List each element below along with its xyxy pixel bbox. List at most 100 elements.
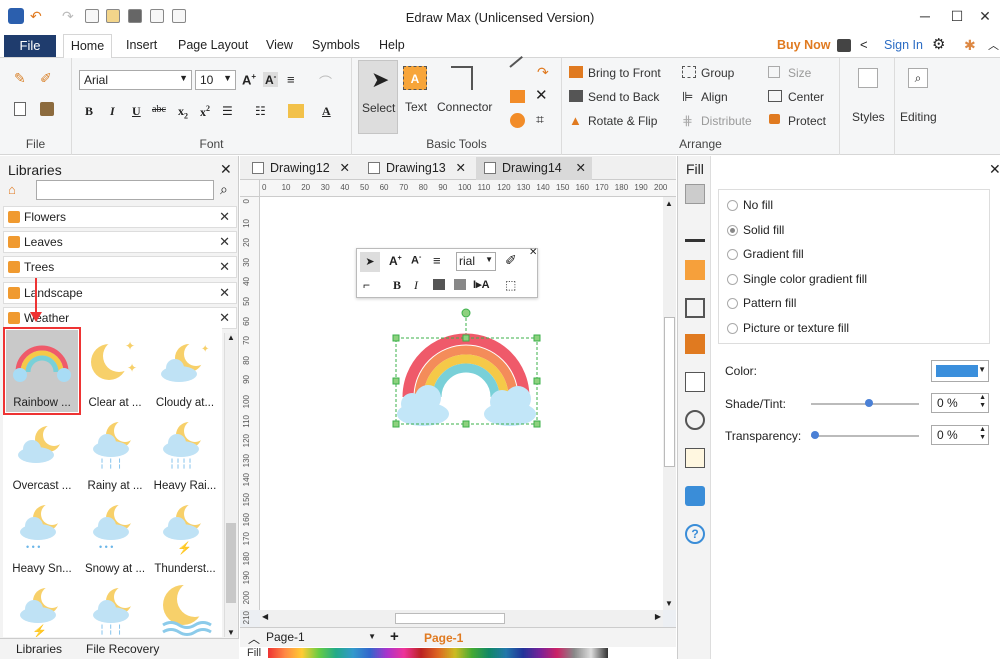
select-tool-button[interactable]: ➤ Select <box>358 60 398 134</box>
close-icon[interactable]: ✕ <box>219 207 230 227</box>
bring-front-icon[interactable] <box>433 279 445 290</box>
tab-view[interactable]: View <box>266 38 293 52</box>
h-scroll-thumb[interactable] <box>395 613 505 624</box>
italic-icon[interactable]: I <box>110 104 115 119</box>
tab-home[interactable]: Home <box>63 34 112 59</box>
color-palette-bar[interactable] <box>268 647 608 659</box>
color-swatches[interactable] <box>268 648 608 658</box>
shape-overcast[interactable]: Overcast ... <box>6 413 78 495</box>
size-button[interactable]: Size <box>788 66 811 80</box>
bring-to-front-icon[interactable] <box>569 66 583 78</box>
close-icon[interactable]: ✕ <box>529 247 537 258</box>
shadow-icon[interactable] <box>685 260 705 280</box>
scroll-up-icon[interactable]: ▲ <box>665 199 673 208</box>
page-tab[interactable]: Page-1 <box>424 631 463 645</box>
line-spacing-icon[interactable]: ☰ <box>222 104 233 119</box>
close-icon[interactable]: ✕ <box>219 283 230 303</box>
grow-font-icon[interactable]: A+ <box>389 254 402 268</box>
send-back-icon[interactable] <box>454 279 466 290</box>
center-icon[interactable] <box>768 90 782 102</box>
shape-clear-night[interactable]: ✦ ✦ Clear at ... <box>79 330 151 412</box>
italic-icon[interactable]: I <box>414 278 418 293</box>
close-icon[interactable]: ✕ <box>340 157 350 179</box>
library-search-input[interactable] <box>36 180 214 200</box>
align-text-icon[interactable]: ≡ <box>433 253 441 268</box>
tab-insert[interactable]: Insert <box>126 38 157 52</box>
transparency-slider[interactable] <box>811 431 919 439</box>
close-icon[interactable]: ✕ <box>989 161 1000 178</box>
shape-partial-3[interactable] <box>149 579 221 637</box>
radio-single-color-gradient-fill[interactable]: Single color gradient fill <box>727 271 927 289</box>
rotate-flip-button[interactable]: Rotate & Flip <box>588 114 657 128</box>
bold-icon[interactable]: B <box>393 278 401 293</box>
align-button[interactable]: Align <box>701 90 728 104</box>
comment-icon[interactable] <box>685 486 705 506</box>
line-pen-icon[interactable] <box>685 222 705 242</box>
scroll-down-icon[interactable]: ▼ <box>227 628 235 637</box>
select-arrow-icon[interactable]: ➤ <box>360 252 380 272</box>
styles-group[interactable]: Styles <box>840 58 895 155</box>
spinner-arrows-icon[interactable]: ▲ ▼ <box>979 394 986 410</box>
rectangle-icon[interactable] <box>510 90 525 103</box>
center-button[interactable]: Center <box>788 90 824 104</box>
bold-icon[interactable]: B <box>85 104 93 119</box>
underline-icon[interactable]: U <box>132 104 141 119</box>
close-icon[interactable]: ✕ <box>456 157 466 179</box>
copy-icon[interactable] <box>14 102 26 116</box>
note-icon[interactable] <box>685 448 705 468</box>
library-category-leaves[interactable]: Leaves ✕ <box>3 231 237 253</box>
shape-rainbow[interactable]: Rainbow ... <box>3 327 81 415</box>
crop-icon[interactable]: ⌗ <box>536 111 544 128</box>
align-icon[interactable]: ⊫ <box>682 89 693 105</box>
shape-thunderstorm[interactable]: ⚡ Thunderst... <box>149 496 221 578</box>
subscript-icon[interactable]: x2 <box>178 104 188 120</box>
paint-brush-icon[interactable]: ✎ <box>14 70 26 87</box>
group-button[interactable]: Group <box>701 66 734 80</box>
shade-tint-knob[interactable] <box>865 399 873 407</box>
tab-drawing12[interactable]: Drawing12 ✕ <box>244 157 356 180</box>
radio-gradient-fill[interactable]: Gradient fill <box>727 246 927 264</box>
buy-now-link[interactable]: Buy Now <box>777 38 830 52</box>
shape-snowy-night[interactable]: • • • Snowy at ... <box>79 496 151 578</box>
bullets-icon[interactable]: ☷ <box>255 104 266 119</box>
tab-page-layout[interactable]: Page Layout <box>178 38 248 52</box>
shape-partial-1[interactable]: ⚡ <box>6 579 78 637</box>
library-category-flowers[interactable]: Flowers ✕ <box>3 206 237 228</box>
shrink-font-icon[interactable]: A- <box>263 72 279 87</box>
mini-font-dropdown[interactable]: rial ▼ <box>456 252 496 271</box>
scroll-thumb[interactable] <box>226 523 236 603</box>
tab-help[interactable]: Help <box>379 38 405 52</box>
line-icon[interactable] <box>509 55 523 68</box>
shade-tint-spinner[interactable]: 0 % ▲ ▼ <box>931 393 989 413</box>
shape-partial-2[interactable]: ╎ ╎ ╎ <box>79 579 151 637</box>
send-to-back-icon[interactable] <box>569 90 583 102</box>
scroll-right-icon[interactable]: ▶ <box>655 612 661 621</box>
collapse-ribbon-icon[interactable]: ︿ <box>988 37 999 53</box>
cart-icon[interactable] <box>837 39 851 52</box>
close-icon[interactable]: ✕ <box>220 161 232 178</box>
radio-picture-texture-fill[interactable]: Picture or texture fill <box>727 320 927 338</box>
vertical-scrollbar[interactable]: ▲ ▼ <box>663 197 676 610</box>
add-page-icon[interactable]: + <box>390 628 399 645</box>
send-to-back-button[interactable]: Send to Back <box>588 90 659 104</box>
scroll-left-icon[interactable]: ◀ <box>262 612 268 621</box>
close-icon[interactable]: ✕ <box>219 308 230 328</box>
shape-heavy-snow[interactable]: • • • Heavy Sn... <box>6 496 78 578</box>
tab-drawing14[interactable]: Drawing14 ✕ <box>476 157 592 180</box>
align-text-icon[interactable]: ≡ <box>287 72 295 87</box>
distribute-button[interactable]: Distribute <box>701 114 752 128</box>
page-selector[interactable]: Page-1 ▼ <box>266 630 376 646</box>
superscript-icon[interactable]: x2 <box>200 104 210 120</box>
help-icon[interactable]: ? <box>685 524 705 544</box>
library-category-landscape[interactable]: Landscape ✕ <box>3 282 237 304</box>
sign-in-link[interactable]: Sign In <box>884 38 923 52</box>
connector-tool-button[interactable]: Connector <box>437 60 493 134</box>
lock-icon[interactable] <box>769 114 780 124</box>
bring-to-front-button[interactable]: Bring to Front <box>588 66 661 80</box>
image-icon[interactable] <box>685 298 705 318</box>
page-properties-icon[interactable] <box>685 372 705 392</box>
protect-button[interactable]: Protect <box>788 114 826 128</box>
paste-icon[interactable] <box>40 102 54 116</box>
font-color-icon[interactable]: A <box>322 104 331 119</box>
connector-icon[interactable]: ⌐ <box>363 278 370 292</box>
